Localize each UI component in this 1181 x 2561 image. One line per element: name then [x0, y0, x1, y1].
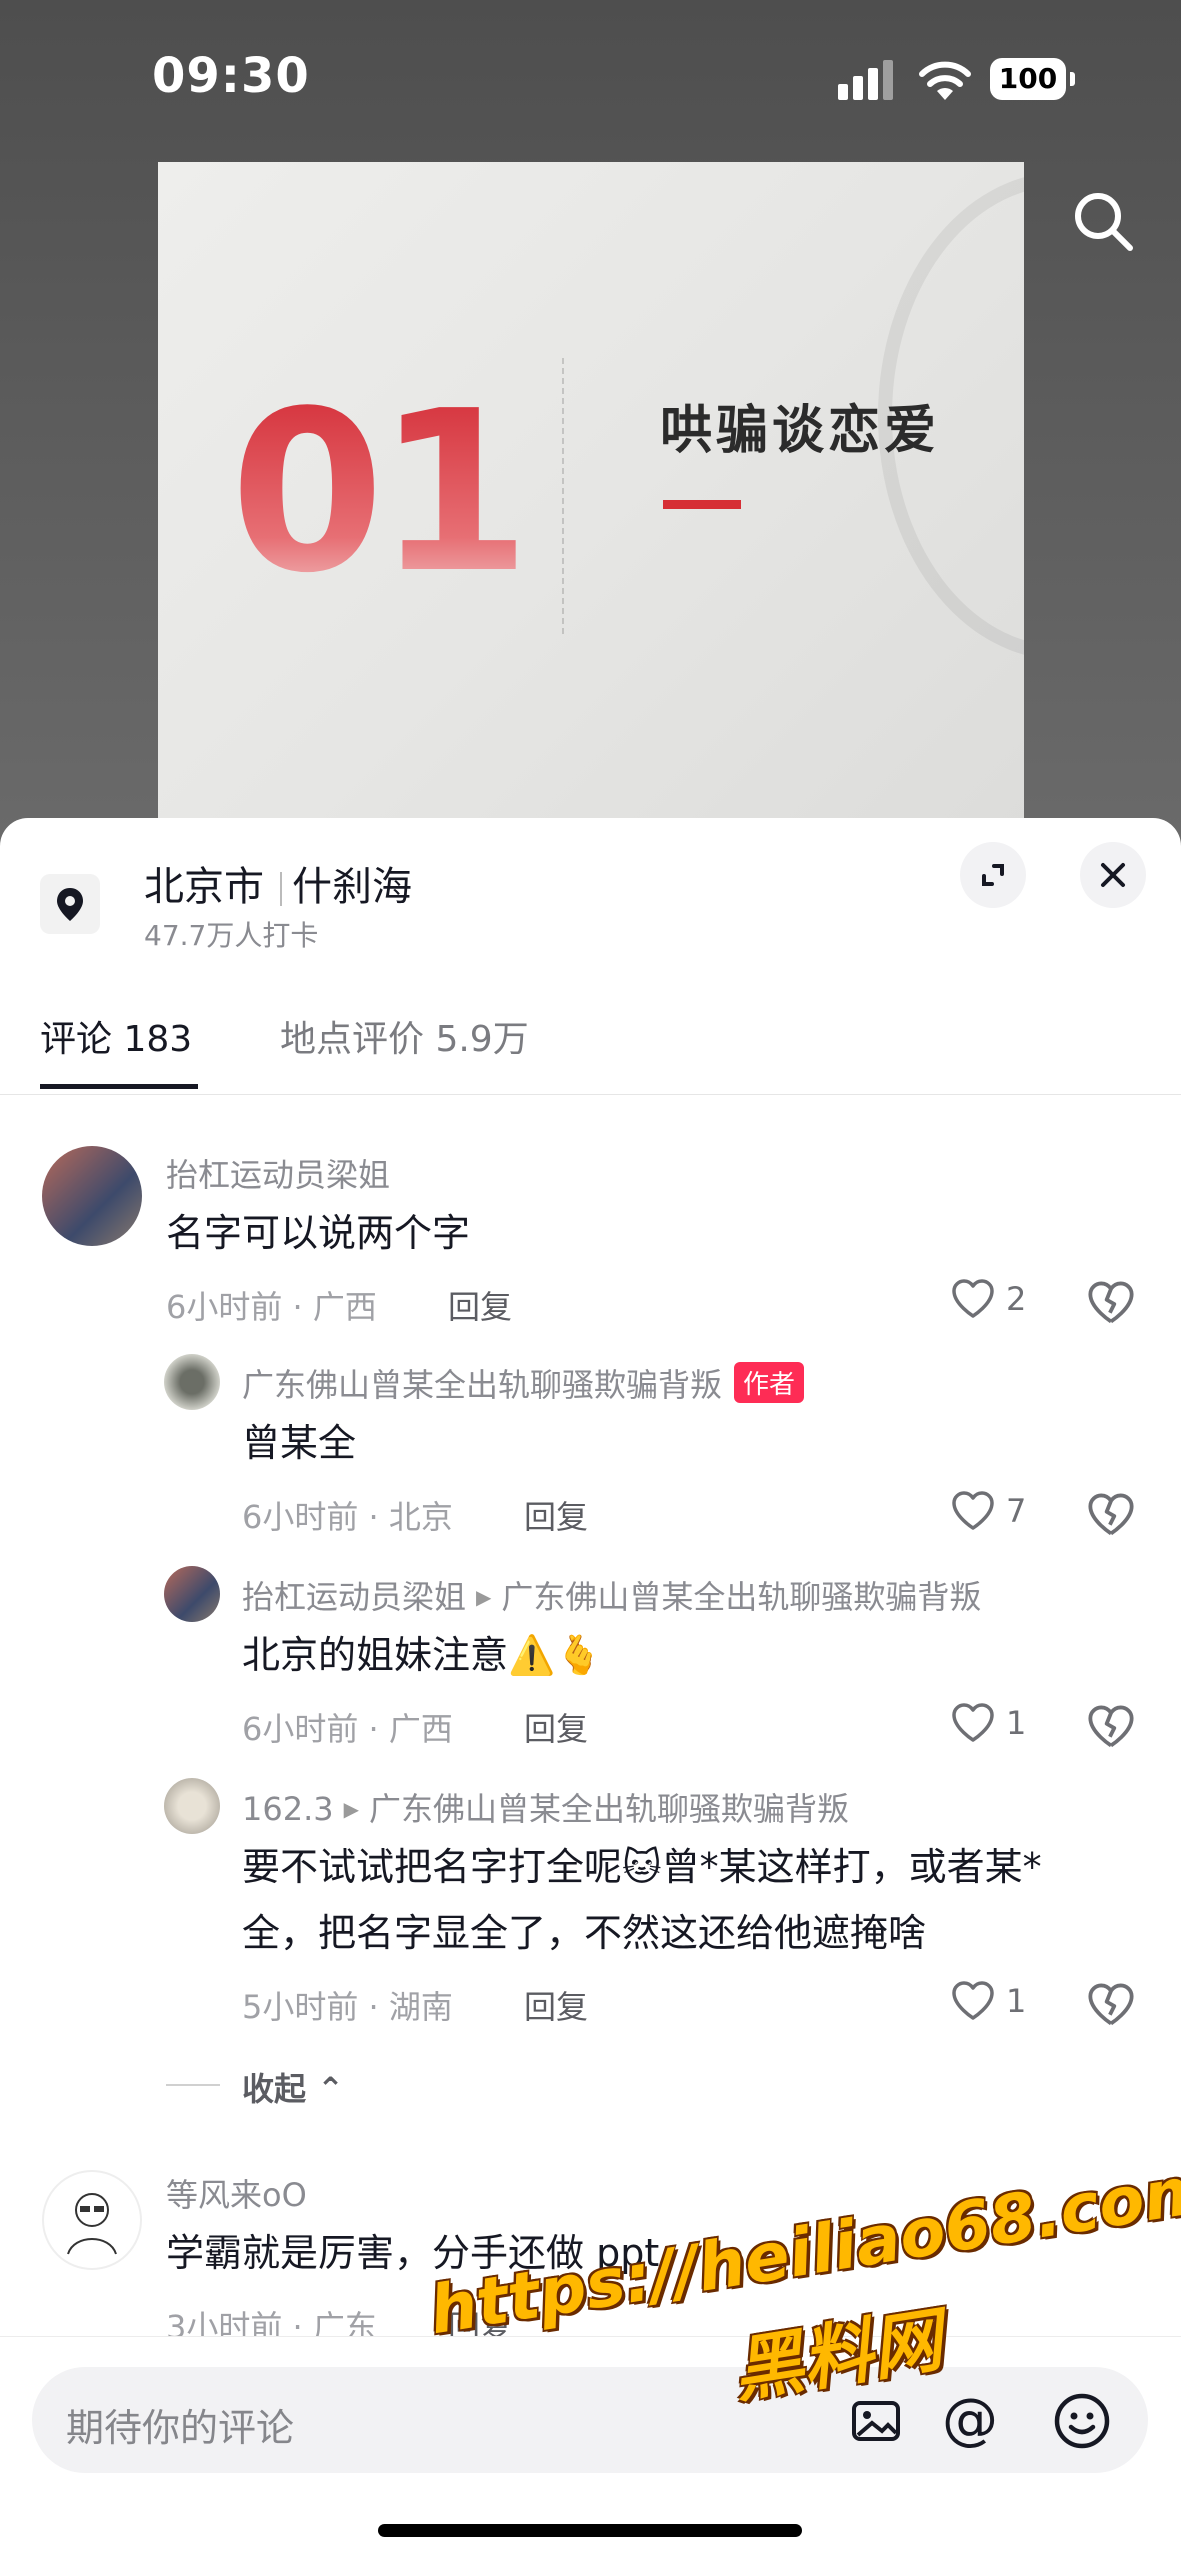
- collapse-line: [166, 2084, 220, 2086]
- tab-bar: 评论 183 地点评价 5.9万: [0, 994, 1181, 1095]
- heart-icon: [952, 1279, 994, 1318]
- heart-icon: [952, 1491, 994, 1530]
- comment-meta: 6小时前 · 广西: [166, 1288, 377, 1326]
- cover-number: 01: [230, 364, 531, 622]
- video-cover[interactable]: 01 哄骗谈恋爱: [158, 162, 1024, 852]
- username-text: 抬杠运动员梁姐: [242, 1578, 467, 1616]
- location-place: 什刹海: [292, 864, 412, 910]
- close-icon: [1101, 863, 1125, 887]
- location-pin-icon: [40, 874, 100, 934]
- author-badge: 作者: [734, 1362, 805, 1403]
- close-button[interactable]: [1080, 842, 1146, 908]
- comment-text: 北京的姐妹注意⚠️🫰: [242, 1633, 603, 1677]
- active-tab-indicator: [40, 1084, 198, 1089]
- status-bar: 09:30 100: [0, 0, 1181, 150]
- cover-accent-bar: [663, 500, 741, 509]
- broken-heart-icon[interactable]: [1086, 1490, 1136, 1540]
- like-count: 1: [1006, 1982, 1027, 2020]
- collapse-label: 收起 ⌃: [242, 2070, 344, 2108]
- comment-input-placeholder: 期待你的评论: [66, 2406, 295, 2450]
- avatar[interactable]: [164, 1566, 220, 1622]
- reply-to-username: 广东佛山曾某全出轨聊骚欺骗背叛: [501, 1578, 982, 1616]
- reply-arrow-icon: ▶: [343, 1797, 359, 1821]
- cover-divider: [562, 358, 564, 634]
- watermark-name: 黑料网: [727, 2298, 948, 2413]
- cellular-signal-icon: [838, 60, 893, 100]
- reply-to-username: 广东佛山曾某全出轨聊骚欺骗背叛: [369, 1790, 850, 1828]
- tab-place-reviews[interactable]: 地点评价 5.9万: [280, 1010, 529, 1062]
- comment-meta: 6小时前 · 广西: [242, 1710, 453, 1748]
- username-text: 162.3: [242, 1790, 334, 1828]
- broken-heart-icon[interactable]: [1086, 1980, 1136, 2030]
- wifi-icon: [919, 61, 971, 100]
- comment-text: 名字可以说两个字: [166, 1211, 471, 1255]
- comment-meta: 6小时前 · 北京: [242, 1498, 453, 1536]
- location-checkins: 47.7万人打卡: [144, 919, 319, 952]
- heart-icon: [952, 1703, 994, 1742]
- comment-username[interactable]: 162.3 ▶ 广东佛山曾某全出轨聊骚欺骗背叛: [242, 1784, 849, 1830]
- reply-button[interactable]: 回复: [524, 1982, 588, 2028]
- heart-icon: [952, 1981, 994, 2020]
- search-icon[interactable]: [1068, 186, 1138, 256]
- location-title[interactable]: 北京市 什刹海: [144, 854, 412, 912]
- like-count: 1: [1006, 1704, 1027, 1742]
- mention-icon[interactable]: @: [942, 2387, 998, 2452]
- comment-username[interactable]: 广东佛山曾某全出轨聊骚欺骗背叛 作者: [242, 1360, 805, 1406]
- avatar[interactable]: [164, 1778, 220, 1834]
- reply-button[interactable]: 回复: [448, 1282, 512, 1328]
- comment-text: 曾某全: [242, 1421, 357, 1465]
- like-count: 2: [1006, 1280, 1027, 1318]
- chevron-up-icon: ⌃: [317, 2070, 344, 2108]
- comment-meta: 5小时前 · 湖南: [242, 1988, 453, 2026]
- reply-button[interactable]: 回复: [524, 1492, 588, 1538]
- like-button[interactable]: 1: [950, 1700, 1060, 1750]
- avatar[interactable]: [42, 1146, 142, 1246]
- like-button[interactable]: 1: [950, 1978, 1060, 2028]
- comment-username[interactable]: 抬杠运动员梁姐: [166, 1150, 390, 1196]
- location-city: 北京市: [144, 864, 264, 910]
- comment-text: 要不试试把名字打全呢🐱曾*某这样打，或者某* 全，把名字显全了，不然这还给他遮掩…: [242, 1845, 1042, 1955]
- avatar[interactable]: [164, 1354, 220, 1410]
- emoji-icon[interactable]: [1052, 2391, 1112, 2451]
- broken-heart-icon[interactable]: [1086, 1278, 1136, 1328]
- location-separator: [280, 872, 282, 906]
- clock: 09:30: [152, 48, 310, 104]
- broken-heart-icon[interactable]: [1086, 1702, 1136, 1752]
- username-text: 广东佛山曾某全出轨聊骚欺骗背叛: [242, 1366, 723, 1404]
- expand-button[interactable]: [960, 842, 1026, 908]
- reply-button[interactable]: 回复: [524, 1704, 588, 1750]
- like-button[interactable]: 7: [950, 1488, 1060, 1538]
- tab-comments[interactable]: 评论 183: [40, 1010, 192, 1062]
- battery-indicator: 100: [990, 58, 1075, 100]
- home-indicator: [378, 2524, 802, 2537]
- comment-username[interactable]: 等风来oO: [166, 2170, 307, 2216]
- like-button[interactable]: 2: [950, 1276, 1060, 1326]
- expand-icon: [982, 864, 1004, 886]
- like-count: 7: [1006, 1492, 1027, 1530]
- cover-title: 哄骗谈恋爱: [660, 401, 941, 461]
- comment-username[interactable]: 抬杠运动员梁姐 ▶ 广东佛山曾某全出轨聊骚欺骗背叛: [242, 1572, 981, 1618]
- avatar[interactable]: [42, 2170, 142, 2270]
- reply-arrow-icon: ▶: [476, 1585, 492, 1609]
